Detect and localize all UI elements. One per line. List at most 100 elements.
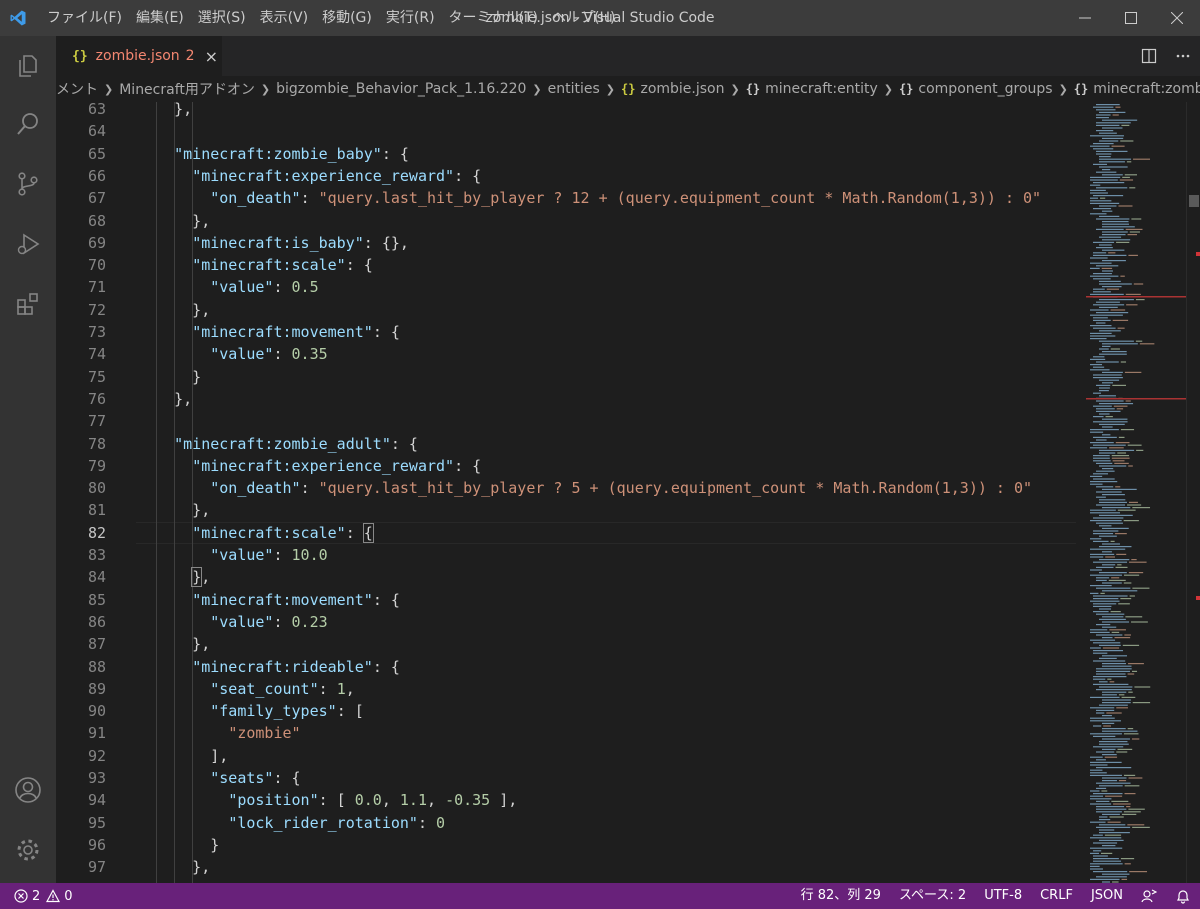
code-line[interactable]: 88 "minecraft:rideable": { — [56, 656, 1076, 678]
search-icon[interactable] — [0, 98, 56, 150]
code-line[interactable]: 65 "minecraft:zombie_baby": { — [56, 143, 1076, 165]
language-mode[interactable]: JSON — [1082, 883, 1132, 909]
code-line[interactable]: 74 "value": 0.35 — [56, 343, 1076, 365]
explorer-icon[interactable] — [0, 40, 56, 92]
code-line[interactable]: 67 "on_death": "query.last_hit_by_player… — [56, 187, 1076, 209]
breadcrumb-item[interactable]: {} component_groups — [899, 81, 1053, 97]
code-token: } — [138, 835, 220, 854]
code-line[interactable]: 75 } — [56, 366, 1076, 388]
code-token: "minecraft:experience_reward" — [192, 456, 455, 475]
breadcrumb-item[interactable]: {} minecraft:zombie_adult — [1074, 81, 1200, 97]
code-line[interactable]: 69 "minecraft:is_baby": {}, — [56, 232, 1076, 254]
code-line[interactable]: 78 "minecraft:zombie_adult": { — [56, 433, 1076, 455]
code-editor[interactable]: 63 }, 64 65 "minecraft:zombie_baby": {66 "… — [56, 102, 1076, 883]
code-line[interactable]: 82 "minecraft:scale": { — [56, 522, 1076, 544]
menu-item[interactable]: 選択(S) — [191, 0, 253, 36]
problems-status[interactable]: 2 0 — [0, 883, 73, 909]
menu-item[interactable]: ヘルプ(H) — [545, 0, 622, 36]
source-control-icon[interactable] — [0, 158, 56, 210]
code-token: 0.5 — [291, 278, 319, 297]
code-line[interactable]: 81 }, — [56, 499, 1076, 521]
code-text: "value": 0.5 — [138, 276, 319, 298]
code-line[interactable]: 71 "value": 0.5 — [56, 276, 1076, 298]
code-line[interactable]: 84 }, — [56, 566, 1076, 588]
code-line[interactable]: 89 "seat_count": 1, — [56, 678, 1076, 700]
code-token: "value" — [210, 546, 274, 564]
code-text: }, — [138, 499, 210, 521]
breadcrumb-item[interactable]: bigzombie_Behavior_Pack_1.16.220 — [276, 81, 526, 97]
code-token: }, — [138, 635, 211, 654]
code-line[interactable]: 66 "minecraft:experience_reward": { — [56, 165, 1076, 187]
account-icon[interactable] — [0, 764, 56, 816]
code-token: "position" — [228, 791, 319, 810]
more-actions-icon[interactable] — [1166, 36, 1200, 76]
line-number: 74 — [87, 345, 106, 364]
menu-item[interactable]: 実行(R) — [379, 0, 442, 36]
breadcrumb-label: bigzombie_Behavior_Pack_1.16.220 — [276, 81, 527, 97]
run-debug-icon[interactable] — [0, 218, 56, 270]
code-line[interactable]: 68 }, — [56, 210, 1076, 232]
encoding[interactable]: UTF-8 — [975, 883, 1031, 909]
breadcrumb-item[interactable]: メント — [56, 79, 98, 99]
code-line[interactable]: 96 } — [56, 834, 1076, 856]
code-text: }, — [138, 856, 210, 878]
settings-gear-icon[interactable] — [0, 824, 56, 876]
feedback-icon[interactable] — [1132, 883, 1166, 909]
code-line[interactable]: 85 "minecraft:movement": { — [56, 589, 1076, 611]
code-line[interactable]: 64 — [56, 120, 1076, 142]
code-line[interactable]: 70 "minecraft:scale": { — [56, 254, 1076, 276]
code-text: "minecraft:scale": { — [138, 254, 373, 276]
tab-close-icon[interactable]: × — [205, 47, 218, 66]
code-line[interactable]: 79 "minecraft:experience_reward": { — [56, 455, 1076, 477]
line-number: 70 — [87, 256, 106, 275]
code-line[interactable]: 73 "minecraft:movement": { — [56, 321, 1076, 343]
code-line[interactable]: 92 ], — [56, 745, 1076, 767]
breadcrumb-item[interactable]: {} zombie.json — [621, 81, 724, 97]
minimize-button[interactable] — [1062, 0, 1108, 36]
code-line[interactable]: 94 "position": [ 0.0, 1.1, -0.35 ], — [56, 789, 1076, 811]
code-line[interactable]: 77 — [56, 410, 1076, 432]
code-line[interactable]: 83 "value": 10.0 — [56, 544, 1076, 566]
menu-item[interactable]: 移動(G) — [315, 0, 379, 36]
code-token: 0.35 — [291, 345, 328, 364]
code-token: ], — [490, 791, 518, 810]
window-controls — [1062, 0, 1200, 36]
line-number: 92 — [87, 746, 106, 765]
menu-item[interactable]: 編集(E) — [129, 0, 191, 36]
code-line[interactable]: 91 "zombie" — [56, 722, 1076, 744]
maximize-button[interactable] — [1108, 0, 1154, 36]
code-line[interactable]: 97 }, — [56, 856, 1076, 878]
menu-item[interactable]: ファイル(F) — [40, 0, 129, 36]
end-of-line[interactable]: CRLF — [1031, 883, 1082, 909]
code-line[interactable]: 95 "lock_rider_rotation": 0 — [56, 812, 1076, 834]
breadcrumb-item[interactable]: entities — [548, 81, 600, 97]
extensions-icon[interactable] — [0, 278, 56, 330]
code-line[interactable]: 86 "value": 0.23 — [56, 611, 1076, 633]
code-text: "lock_rider_rotation": 0 — [138, 812, 445, 834]
breadcrumb-item[interactable]: {} minecraft:entity — [746, 81, 878, 97]
cursor-position[interactable]: 行 82、列 29 — [792, 883, 890, 909]
code-line[interactable]: 80 "on_death": "query.last_hit_by_player… — [56, 477, 1076, 499]
menu-item[interactable]: ターミナル(T) — [442, 0, 545, 36]
close-window-button[interactable] — [1154, 0, 1200, 36]
code-text: "family_types": [ — [138, 700, 364, 722]
breadcrumb-item[interactable]: Minecraft用アドオン — [119, 79, 255, 99]
code-line[interactable]: 72 }, — [56, 299, 1076, 321]
split-editor-icon[interactable] — [1132, 36, 1166, 76]
code-line[interactable]: 63 }, — [56, 102, 1076, 120]
code-line[interactable]: 90 "family_types": [ — [56, 700, 1076, 722]
indentation[interactable]: スペース: 2 — [890, 883, 975, 909]
minimap[interactable] — [1076, 102, 1186, 883]
menu-item[interactable]: 表示(V) — [253, 0, 316, 36]
code-line[interactable]: 87 }, — [56, 633, 1076, 655]
code-line[interactable]: 93 "seats": { — [56, 767, 1076, 789]
code-token: 0.23 — [291, 612, 328, 631]
code-line[interactable]: 76 }, — [56, 388, 1076, 410]
tab-zombie-json[interactable]: {} zombie.json 2 × — [56, 36, 222, 76]
notifications-bell-icon[interactable] — [1166, 883, 1200, 909]
scrollbar-thumb[interactable] — [1189, 195, 1199, 207]
vertical-scrollbar[interactable] — [1186, 102, 1200, 883]
